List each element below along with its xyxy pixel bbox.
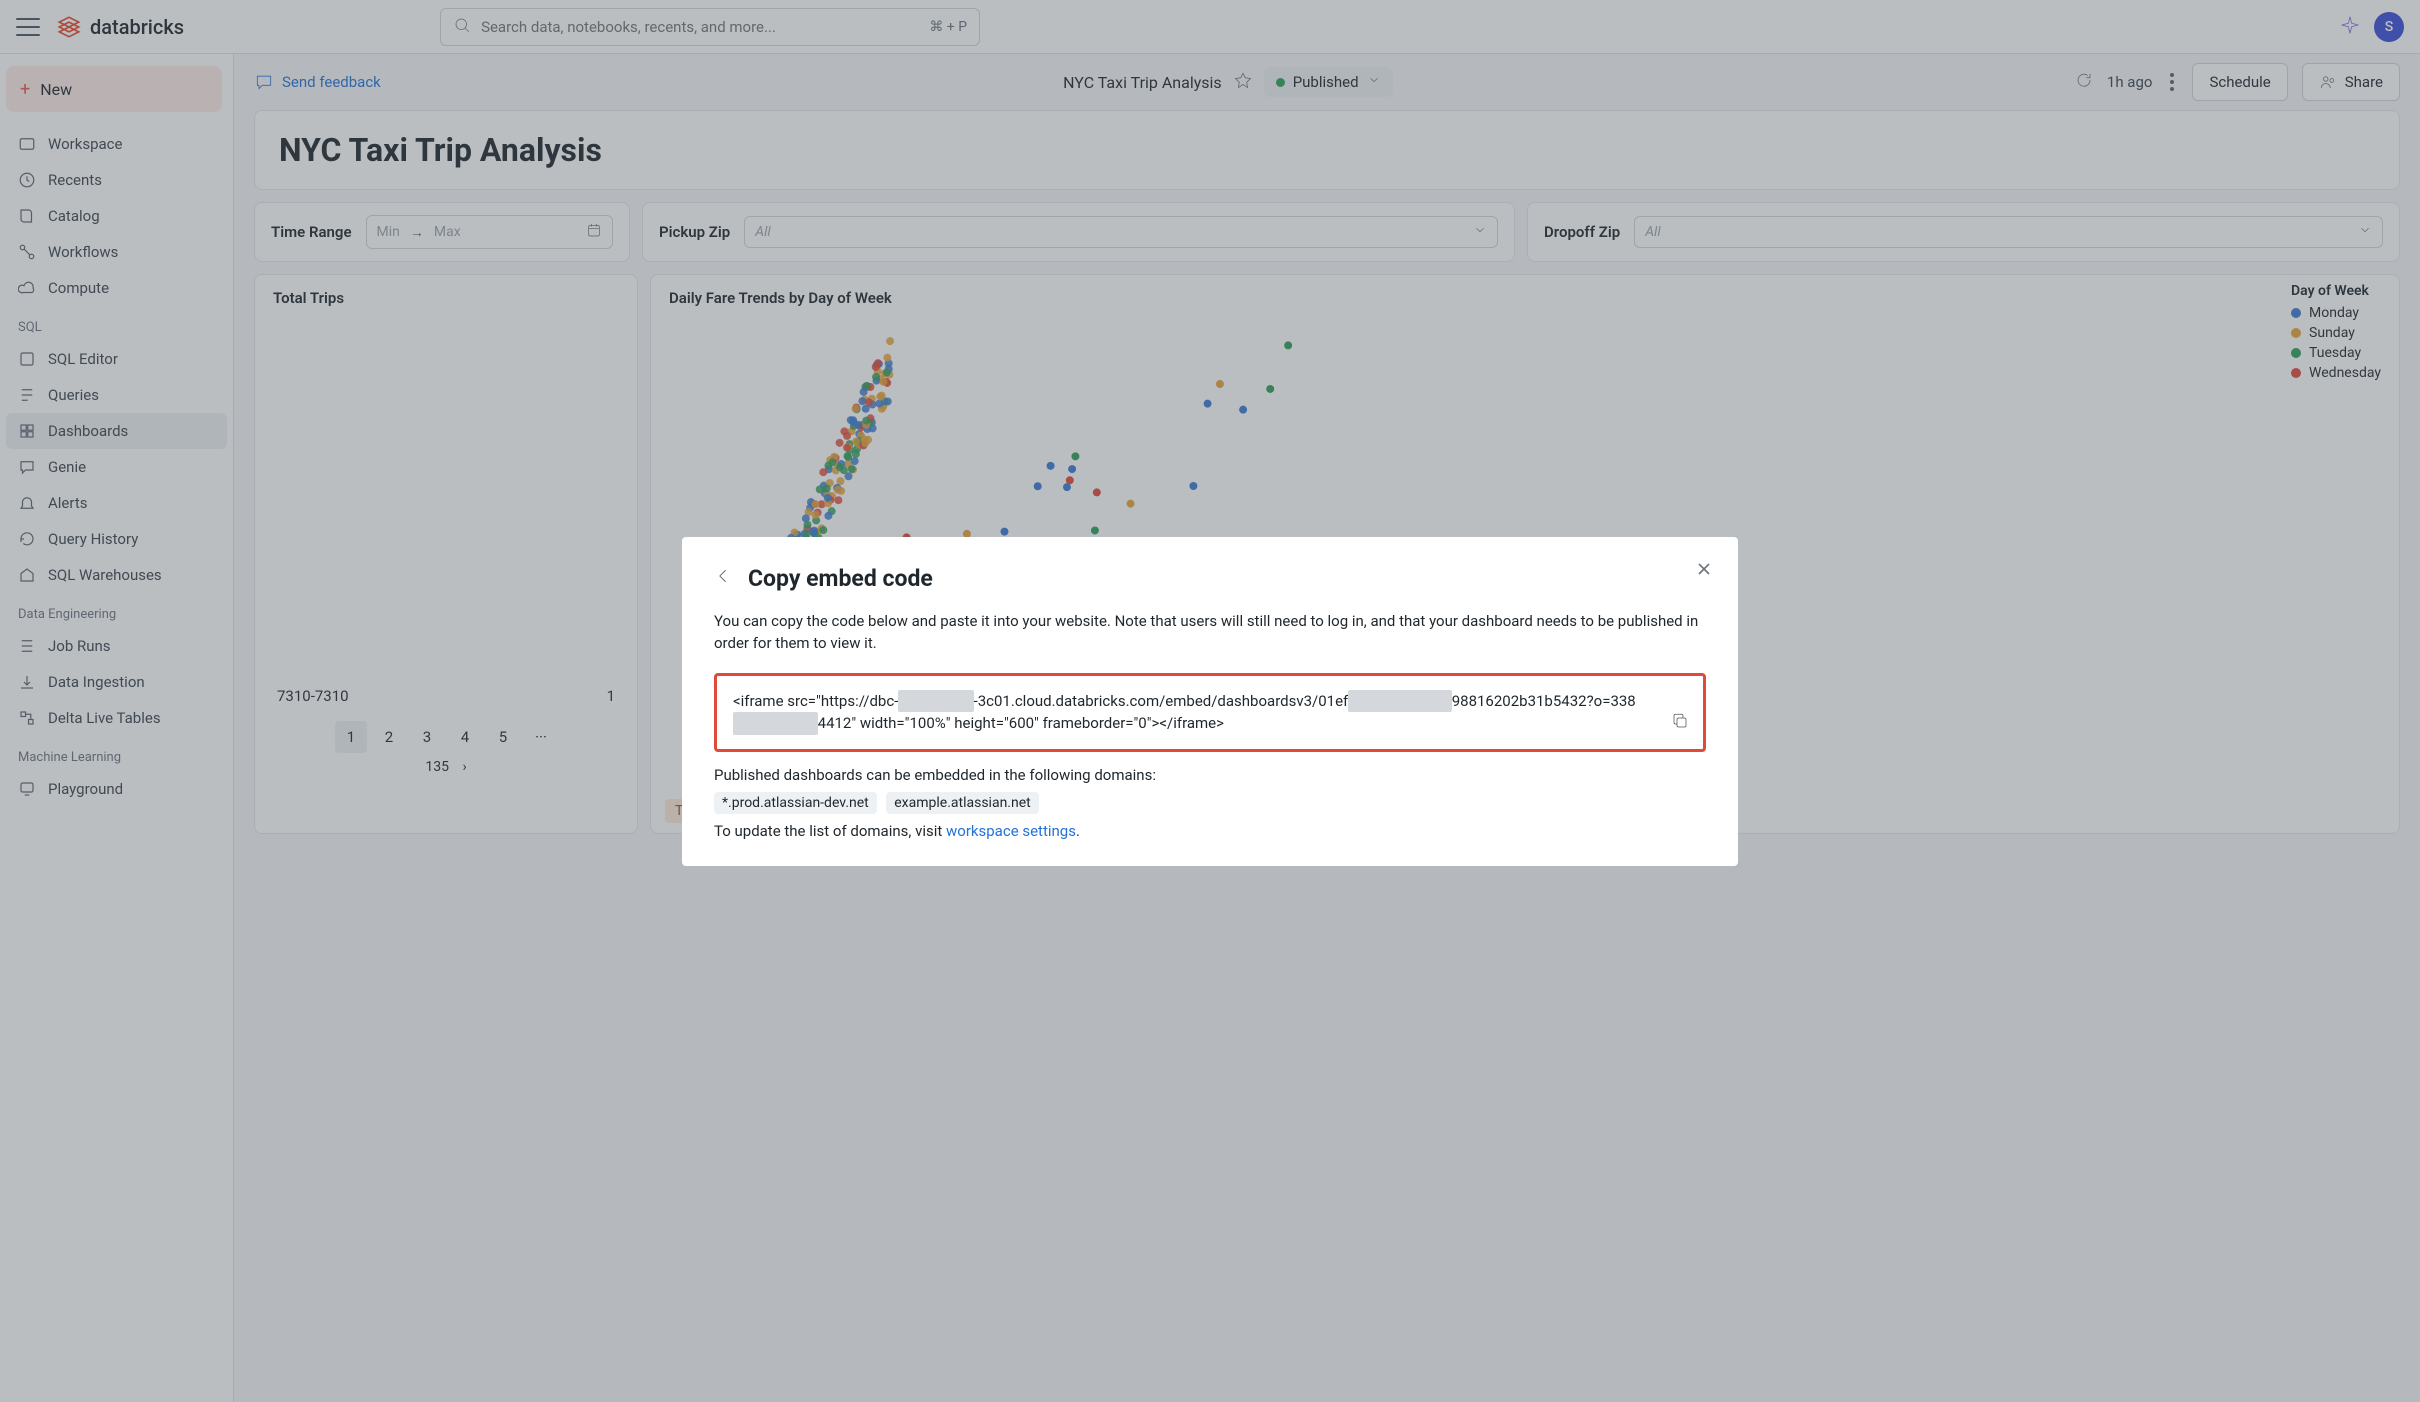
domain-pill: *.prod.atlassian-dev.net	[714, 792, 877, 814]
back-arrow-icon[interactable]	[714, 566, 734, 590]
embed-code-box[interactable]: <iframe src="https://dbc-XXXXXXXX-3c01.c…	[714, 673, 1706, 752]
domain-pill: example.atlassian.net	[886, 792, 1039, 814]
modal-overlay[interactable]: Copy embed code You can copy the code be…	[0, 0, 2420, 1402]
workspace-settings-link[interactable]: workspace settings	[946, 822, 1076, 840]
modal-description: You can copy the code below and paste it…	[714, 610, 1706, 655]
modal-title: Copy embed code	[748, 565, 933, 592]
domains-intro: Published dashboards can be embedded in …	[714, 766, 1706, 784]
close-icon[interactable]	[1694, 559, 1714, 583]
update-hint: To update the list of domains, visit wor…	[714, 822, 1706, 840]
embed-code-modal: Copy embed code You can copy the code be…	[682, 537, 1738, 866]
copy-icon[interactable]	[1671, 712, 1689, 737]
